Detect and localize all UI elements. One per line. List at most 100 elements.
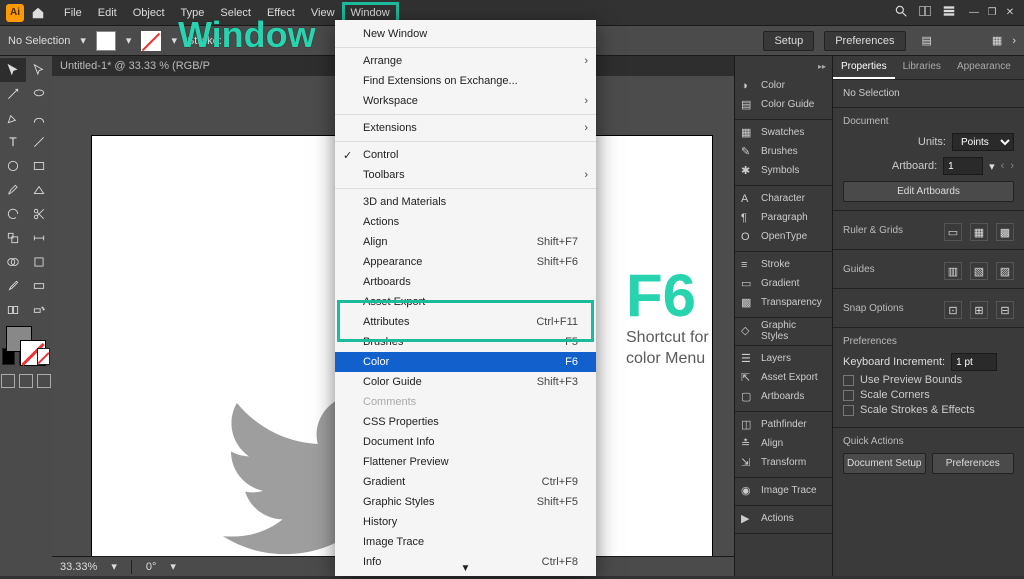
stroke-swatch[interactable] [141,31,161,51]
chevron-down-icon[interactable]: ▾ [111,560,117,573]
rotate-value[interactable]: 0° [146,561,157,573]
ruler-icon[interactable]: ▭ [944,223,962,241]
arrange-docs-icon[interactable] [918,4,932,21]
menu-item-brushes[interactable]: BrushesF5 [335,332,596,352]
menu-item-color[interactable]: ColorF6 [335,352,596,372]
home-icon[interactable] [28,3,48,23]
panel-align[interactable]: ≛Align [735,434,832,453]
panel-menu-icon[interactable]: ▤ [922,34,932,47]
panel-gradient[interactable]: ▭Gradient [735,274,832,293]
menu-item-find-extensions-on-exchange-[interactable]: Find Extensions on Exchange... [335,71,596,91]
scale-corners-checkbox[interactable]: Scale Corners [843,389,1014,401]
menu-item-3d-and-materials[interactable]: 3D and Materials [335,192,596,212]
artboard-input[interactable] [943,157,983,175]
panel-graphic-styles[interactable]: ◇Graphic Styles [735,321,832,340]
use-preview-bounds-checkbox[interactable]: Use Preview Bounds [843,374,1014,386]
paintbrush-tool[interactable] [0,178,26,202]
lasso-tool[interactable] [26,82,52,106]
none-mode-icon[interactable] [37,348,50,365]
menu-item-image-trace[interactable]: Image Trace [335,532,596,552]
menu-item-document-info[interactable]: Document Info [335,432,596,452]
grid-icon[interactable]: ▦ [970,223,988,241]
edit-artboards-button[interactable]: Edit Artboards [843,181,1014,202]
menu-item-toolbars[interactable]: Toolbars [335,165,596,185]
menu-item-gradient[interactable]: GradientCtrl+F9 [335,472,596,492]
panel-actions[interactable]: ▶Actions [735,509,832,528]
panel-brushes[interactable]: ✎Brushes [735,142,832,161]
menu-item-new-window[interactable]: New Window [335,24,596,44]
menu-item-flattener-preview[interactable]: Flattener Preview [335,452,596,472]
menu-item-artboards[interactable]: Artboards [335,272,596,292]
scale-tool[interactable] [0,226,26,250]
pen-tool[interactable] [0,106,26,130]
document-setup-button[interactable]: Setup [763,31,814,51]
menu-item-graphic-styles[interactable]: Graphic StylesShift+F5 [335,492,596,512]
menu-item-control[interactable]: ✓Control [335,145,596,165]
line-tool[interactable] [26,130,52,154]
selection-tool[interactable] [0,58,26,82]
curvature-tool[interactable] [26,106,52,130]
units-select[interactable]: Points [952,133,1014,151]
ellipse-tool[interactable] [0,154,26,178]
panel-character[interactable]: ACharacter [735,189,832,208]
guides-smart-icon[interactable]: ▨ [996,262,1014,280]
menu-item-actions[interactable]: Actions [335,212,596,232]
zoom-level[interactable]: 33.33% [60,561,97,573]
document-setup-button[interactable]: Document Setup [843,453,926,474]
minimize-button[interactable]: — [966,6,982,20]
menu-item-attributes[interactable]: AttributesCtrl+F11 [335,312,596,332]
eyedropper-tool[interactable] [0,274,26,298]
panel-image-trace[interactable]: ◉Image Trace [735,481,832,500]
panel-symbols[interactable]: ✱Symbols [735,161,832,180]
blend-tool[interactable] [0,298,26,322]
panel-swatches[interactable]: ▦Swatches [735,123,832,142]
align-icon[interactable]: ▦ [992,34,1002,47]
workspace-icon[interactable] [942,4,956,21]
panel-stroke[interactable]: ≡Stroke [735,255,832,274]
snap-pixel-icon[interactable]: ⊟ [996,301,1014,319]
guides-show-icon[interactable]: ▥ [944,262,962,280]
tab-properties[interactable]: Properties [833,56,895,79]
menu-file[interactable]: File [56,3,90,23]
expand-panels-icon[interactable]: ▸▸ [818,62,826,71]
free-transform-tool[interactable] [26,250,52,274]
menu-item-appearance[interactable]: AppearanceShift+F6 [335,252,596,272]
panel-opentype[interactable]: OOpenType [735,227,832,246]
maximize-button[interactable]: ❐ [984,6,1000,20]
panel-color-guide[interactable]: ▤Color Guide [735,95,832,114]
panel-transform[interactable]: ⇲Transform [735,453,832,472]
kb-increment-input[interactable] [951,353,997,371]
menu-item-asset-export[interactable]: Asset Export [335,292,596,312]
width-tool[interactable] [26,226,52,250]
menu-edit[interactable]: Edit [90,3,125,23]
menu-item-arrange[interactable]: Arrange [335,51,596,71]
rectangle-tool[interactable] [26,154,52,178]
transparency-grid-icon[interactable]: ▩ [996,223,1014,241]
menu-item-extensions[interactable]: Extensions [335,118,596,138]
chevron-down-icon[interactable]: ▾ [989,160,995,173]
scissors-tool[interactable] [26,202,52,226]
scale-strokes-checkbox[interactable]: Scale Strokes & Effects [843,404,1014,416]
chevron-down-icon[interactable]: ▾ [171,34,177,47]
preferences-button[interactable]: Preferences [824,31,905,51]
panel-pathfinder[interactable]: ◫Pathfinder [735,415,832,434]
menu-item-color-guide[interactable]: Color GuideShift+F3 [335,372,596,392]
snap-point-icon[interactable]: ⊡ [944,301,962,319]
search-icon[interactable] [894,4,908,21]
menu-object[interactable]: Object [125,3,173,23]
more-icon[interactable]: › [1012,35,1016,47]
shape-builder-tool[interactable] [0,250,26,274]
next-artboard-icon[interactable]: › [1010,160,1014,172]
menu-item-workspace[interactable]: Workspace [335,91,596,111]
chevron-down-icon[interactable]: ▾ [170,560,176,573]
prev-artboard-icon[interactable]: ‹ [1001,160,1005,172]
guides-lock-icon[interactable]: ▧ [970,262,988,280]
panel-transparency[interactable]: ▩Transparency [735,293,832,312]
panel-asset-export[interactable]: ⇱Asset Export [735,368,832,387]
tab-libraries[interactable]: Libraries [895,56,949,79]
tab-appearance[interactable]: Appearance [949,56,1019,79]
panel-paragraph[interactable]: ¶Paragraph [735,208,832,227]
rotate-tool[interactable] [0,202,26,226]
panel-layers[interactable]: ☰Layers [735,349,832,368]
menu-item-align[interactable]: AlignShift+F7 [335,232,596,252]
